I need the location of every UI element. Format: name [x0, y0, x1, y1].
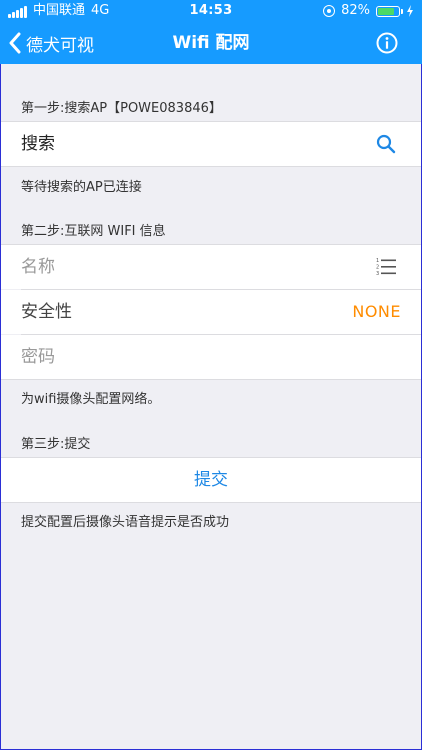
top-bar: 中国联通 4G 14:53 82% 德犬可视 Wifi 配网	[0, 0, 422, 64]
ssid-input[interactable]: 名称	[21, 245, 55, 289]
orientation-lock-icon	[323, 5, 336, 17]
divider	[0, 502, 422, 503]
search-label: 搜索	[21, 134, 55, 154]
status-right: 82%	[323, 0, 414, 22]
submit-row[interactable]: 提交	[0, 458, 422, 502]
security-label: 安全性	[21, 302, 72, 322]
step3-label: 第三步:提交	[21, 437, 91, 452]
step2-hint: 为wifi摄像头配置网络。	[21, 392, 161, 407]
divider	[0, 379, 422, 380]
content-area: 第一步:搜索AP【POWE083846】 搜索 等待搜索的AP已连接 第二步:互…	[0, 64, 422, 750]
page-title: Wifi 配网	[172, 33, 250, 53]
svg-text:1: 1	[376, 258, 379, 264]
app-screen: 中国联通 4G 14:53 82% 德犬可视 Wifi 配网 第一步:搜索AP【…	[0, 0, 422, 750]
svg-text:3: 3	[376, 271, 379, 277]
security-value[interactable]: NONE	[352, 290, 401, 334]
search-icon[interactable]	[376, 134, 396, 154]
svg-text:2: 2	[376, 265, 379, 271]
password-input[interactable]: 密码	[21, 335, 55, 379]
nav-bar: 德犬可视 Wifi 配网	[0, 22, 422, 64]
step3-hint: 提交配置后摄像头语音提示是否成功	[21, 515, 230, 530]
search-row[interactable]: 搜索	[0, 122, 422, 166]
battery-percent: 82%	[341, 3, 370, 18]
step1-hint: 等待搜索的AP已连接	[21, 180, 142, 195]
step1-label: 第一步:搜索AP【POWE083846】	[21, 101, 222, 116]
info-icon[interactable]	[376, 32, 398, 54]
submit-button[interactable]: 提交	[0, 458, 422, 502]
status-bar: 中国联通 4G 14:53 82%	[0, 0, 422, 22]
step2-label: 第二步:互联网 WIFI 信息	[21, 224, 166, 239]
security-row[interactable]: 安全性 NONE	[0, 290, 422, 334]
list-icon[interactable]: 1 2 3	[376, 257, 396, 277]
password-row[interactable]: 密码	[0, 335, 422, 379]
battery-icon	[376, 5, 403, 17]
charging-bolt-icon	[407, 5, 413, 17]
divider	[0, 166, 422, 167]
ssid-row[interactable]: 名称 1 2 3	[0, 245, 422, 289]
